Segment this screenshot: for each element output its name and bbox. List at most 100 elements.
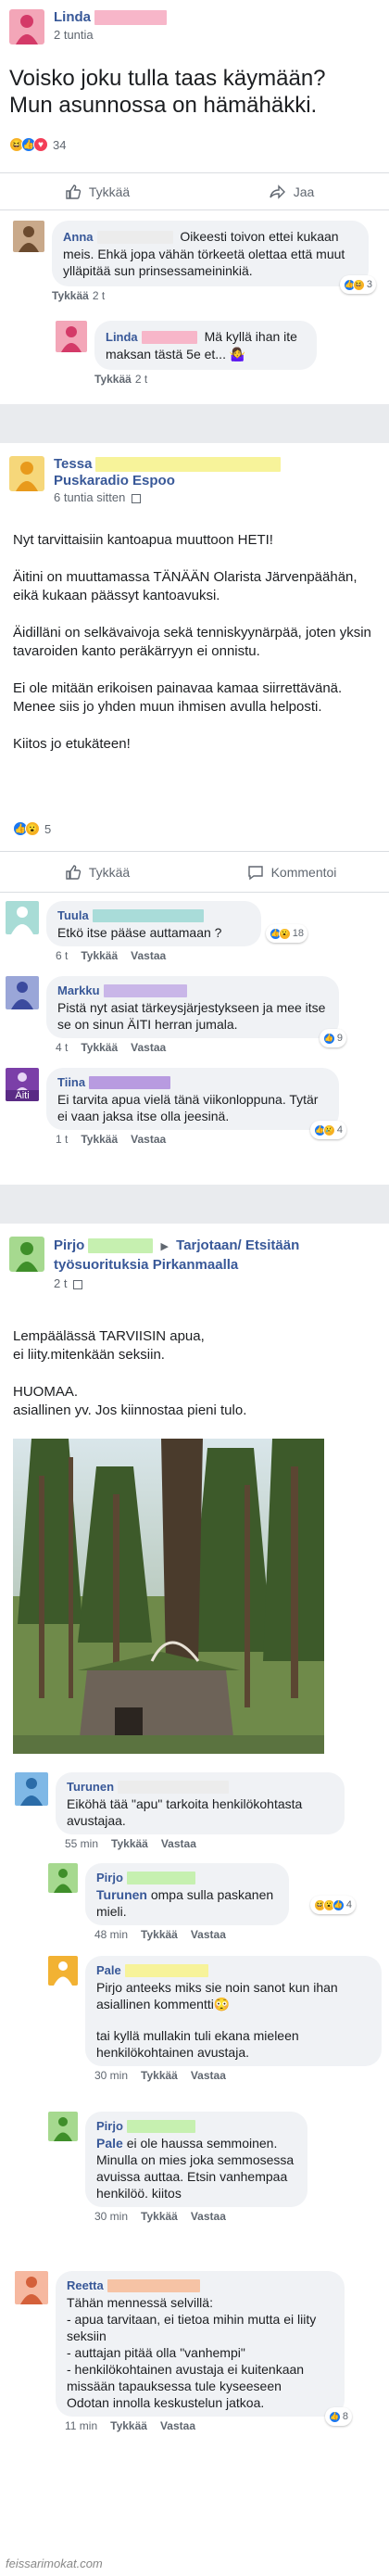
comment-meta: 30 min Tykkää Vastaa xyxy=(94,2069,382,2082)
group-icon xyxy=(131,493,141,503)
comment-meta: 30 min Tykkää Vastaa xyxy=(94,2210,307,2223)
post-time[interactable]: 2 tuntia xyxy=(54,28,167,42)
comment-time[interactable]: 11 min xyxy=(65,2419,97,2432)
avatar-linda[interactable] xyxy=(9,9,44,44)
avatar-pirjo-small[interactable] xyxy=(48,1863,78,1893)
post-paragraph: Äitini on muuttamassa TÄNÄÄN Olarista Jä… xyxy=(13,569,358,603)
comment-time[interactable]: 1 t xyxy=(56,1133,68,1146)
comment-bubble: Linda Mä kyllä ihan ite maksan tästä 5e … xyxy=(94,321,317,370)
post-time: 2 t xyxy=(54,1275,341,1292)
comment-like-link[interactable]: Tykkää xyxy=(141,2210,178,2223)
comment-meta: 4 t Tykkää Vastaa xyxy=(56,1041,339,1054)
avatar-markku[interactable] xyxy=(6,976,39,1009)
comment-reactions[interactable]: 👍 9 xyxy=(319,1029,346,1047)
comment-reactions[interactable]: 👍 😮 18 xyxy=(265,924,307,943)
post-linda: Linda 2 tuntia Voisko joku tulla taas kä… xyxy=(0,0,389,404)
avatar-anna[interactable] xyxy=(13,221,44,252)
reaction-summary[interactable]: 😆 👍 ♥ 34 xyxy=(9,137,66,152)
post-time-text[interactable]: 6 tuntia sitten xyxy=(54,490,125,504)
avatar-pirjo-small[interactable] xyxy=(48,2112,78,2141)
comment-author[interactable]: Tuula xyxy=(57,908,89,922)
like-button[interactable]: Tykkää xyxy=(0,864,194,881)
comment-time[interactable]: 2 t xyxy=(135,373,147,386)
comment-author[interactable]: Tiina xyxy=(57,1075,85,1089)
comment-like-link[interactable]: Tykkää xyxy=(81,1133,118,1146)
comment-time[interactable]: 30 min xyxy=(94,2210,128,2223)
name-highlight xyxy=(89,1076,171,1090)
post-time-text[interactable]: 2 t xyxy=(54,1276,67,1290)
comment-meta: 1 t Tykkää Vastaa xyxy=(56,1133,339,1146)
mention[interactable]: Pale xyxy=(96,2136,123,2151)
comment-reactions[interactable]: 😆 😮 👍 4 xyxy=(309,1896,356,1914)
comment-reactions[interactable]: 👍 😢 4 xyxy=(309,1121,346,1139)
comment-time[interactable]: 2 t xyxy=(93,289,105,302)
avatar-linda-small[interactable] xyxy=(56,321,87,352)
share-button[interactable]: Jaa xyxy=(194,184,389,200)
mention[interactable]: Turunen xyxy=(96,1887,147,1902)
comment-like-link[interactable]: Tykkää xyxy=(81,1041,118,1054)
avatar-pirjo[interactable] xyxy=(9,1237,44,1272)
comment-author[interactable]: Markku xyxy=(57,983,100,997)
comment-reply-link[interactable]: Vastaa xyxy=(131,949,166,962)
post-actions: Tykkää Jaa xyxy=(0,172,389,209)
comment-like-link[interactable]: Tykkää xyxy=(141,2069,178,2082)
comment-meta: 55 min Tykkää Vastaa xyxy=(65,1837,345,1850)
comment-time[interactable]: 30 min xyxy=(94,2069,128,2082)
author-name[interactable]: Pirjo xyxy=(54,1237,84,1253)
comment-anna: Anna Oikeesti toivon ettei kukaan meis. … xyxy=(13,221,376,302)
comment-author[interactable]: Pale xyxy=(96,1963,121,1977)
wow-icon: 😮 xyxy=(278,927,291,940)
name-highlight xyxy=(92,909,204,923)
comment-time[interactable]: 6 t xyxy=(56,949,68,962)
comment-pirjo-2: Pirjo Pale ei ole haussa semmoinen. Minu… xyxy=(48,2112,307,2223)
comment-author[interactable]: Reetta xyxy=(67,2278,104,2292)
comment-bubble: Pirjo Turunen ompa sulla paskanen mieli.… xyxy=(85,1863,356,1925)
name-highlight xyxy=(94,9,167,25)
comment-reply-link[interactable]: Vastaa xyxy=(160,2419,195,2432)
comment-button[interactable]: Kommentoi xyxy=(194,864,389,881)
comment-reply-link[interactable]: Vastaa xyxy=(131,1133,166,1146)
comment-reactions[interactable]: 👍 8 xyxy=(324,2407,352,2426)
comment-text: - apua tarvitaan, ei tietoa mihin mutta … xyxy=(67,2312,317,2343)
comment-like-link[interactable]: Tykkää xyxy=(81,949,118,962)
comment-reply-link[interactable]: Vastaa xyxy=(191,1928,226,1941)
comment-time[interactable]: 4 t xyxy=(56,1041,68,1054)
post-photo[interactable] xyxy=(13,1439,324,1754)
person-icon xyxy=(11,982,33,1009)
comment-reply-link[interactable]: Vastaa xyxy=(191,2210,226,2223)
comment-reply-link[interactable]: Vastaa xyxy=(161,1837,196,1850)
comment-author[interactable]: Anna xyxy=(63,230,94,244)
avatar-reetta[interactable] xyxy=(15,2271,48,2304)
comment-reactions[interactable]: 👍 😆 3 xyxy=(339,275,376,294)
comment-time[interactable]: 48 min xyxy=(94,1928,128,1941)
post-pirjo: Pirjo ▶ Tarjotaan/ Etsitään työsuorituks… xyxy=(0,1224,389,2576)
comment-time[interactable]: 55 min xyxy=(65,1837,98,1850)
comment-like-link[interactable]: Tykkää xyxy=(141,1928,178,1941)
person-icon xyxy=(20,2277,43,2304)
group-name[interactable]: Puskaradio Espoo xyxy=(54,473,369,489)
comment-like-link[interactable]: Tykkää xyxy=(111,1837,148,1850)
like-button[interactable]: Tykkää xyxy=(0,184,194,200)
avatar-tuula[interactable] xyxy=(6,901,39,934)
comment-like-link[interactable]: Tykkää xyxy=(110,2419,147,2432)
comment-meta: 6 t Tykkää Vastaa xyxy=(56,949,261,962)
comment-author[interactable]: Pirjo xyxy=(96,1871,123,1884)
comment-bubble: Pale Pirjo anteeks miks sie noin sanot k… xyxy=(85,1956,382,2066)
comment-like-link[interactable]: Tykkää xyxy=(52,289,89,302)
reaction-summary[interactable]: 👍 😮 5 xyxy=(13,821,51,836)
avatar-pale[interactable] xyxy=(48,1956,78,1986)
comment-like-link[interactable]: Tykkää xyxy=(94,373,132,386)
avatar-turunen[interactable] xyxy=(15,1772,48,1806)
comment-author[interactable]: Pirjo xyxy=(96,2119,123,2133)
comment-reply-link[interactable]: Vastaa xyxy=(131,1041,166,1054)
avatar-tessa[interactable] xyxy=(9,456,44,491)
divider xyxy=(0,892,389,893)
avatar-tiina[interactable]: Äiti xyxy=(6,1068,39,1101)
comment-author[interactable]: Linda xyxy=(106,330,138,344)
comment-reply-link[interactable]: Vastaa xyxy=(191,2069,226,2082)
forest-hut-image xyxy=(13,1439,324,1754)
comment-author[interactable]: Turunen xyxy=(67,1780,114,1794)
comment-tiina: Äiti Tiina Ei tarvita apua vielä tänä vi… xyxy=(6,1068,346,1146)
author-name[interactable]: Linda xyxy=(54,9,91,25)
author-name[interactable]: Tessa xyxy=(54,456,92,472)
